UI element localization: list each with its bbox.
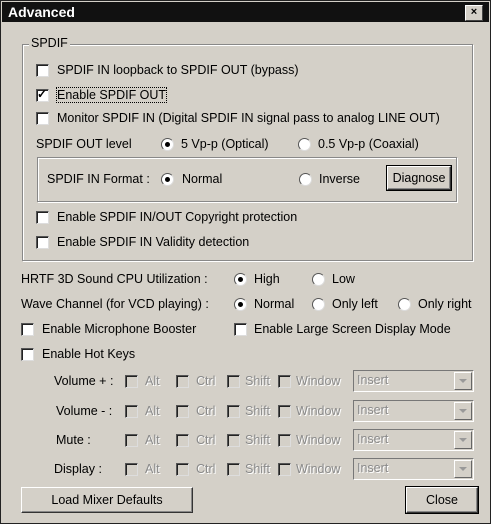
alt-checkbox[interactable] [125, 405, 138, 418]
wave-channel-label: Wave Channel (for VCD playing) : [21, 297, 209, 311]
hotkey-key-select[interactable]: Insert [353, 400, 474, 422]
chevron-down-icon[interactable] [454, 460, 472, 478]
window-label: Window [296, 404, 341, 418]
ctrl-label: Ctrl [196, 462, 216, 476]
hotkey-key-value: Insert [357, 432, 389, 446]
spdif-group-label: SPDIF [29, 36, 70, 50]
shift-checkbox[interactable] [227, 375, 240, 388]
hotkey-key-value: Insert [357, 461, 389, 475]
enable-spdif-out-checkbox[interactable] [36, 87, 49, 102]
wave-only-left-radio[interactable] [312, 298, 325, 311]
hotkey-key-select[interactable]: Insert [353, 429, 474, 451]
shift-checkbox[interactable] [227, 463, 240, 476]
large-screen-checkbox[interactable] [234, 323, 247, 336]
hrtf-high-label[interactable]: High [254, 272, 280, 286]
alt-label: Alt [145, 462, 160, 476]
alt-checkbox[interactable] [125, 434, 138, 447]
validity-detection-checkbox[interactable] [36, 236, 49, 249]
window-checkbox[interactable] [278, 405, 291, 418]
load-mixer-defaults-button[interactable]: Load Mixer Defaults [21, 487, 193, 513]
hotkey-key-select[interactable]: Insert [353, 458, 474, 480]
window-title: Advanced [8, 4, 75, 20]
title-bar: Advanced × [2, 2, 489, 22]
alt-label: Alt [145, 374, 160, 388]
in-format-normal-radio[interactable] [161, 173, 174, 186]
out-level-optical-radio[interactable] [161, 138, 174, 151]
copyright-protection-label[interactable]: Enable SPDIF IN/OUT Copyright protection [57, 210, 297, 224]
out-level-optical-label[interactable]: 5 Vp-p (Optical) [181, 137, 269, 151]
shift-label: Shift [245, 374, 271, 388]
hotkey-row-label: Mute : [56, 433, 91, 447]
window-label: Window [296, 462, 341, 476]
window-label: Window [296, 433, 341, 447]
in-format-inverse-radio[interactable] [299, 173, 312, 186]
hotkey-key-select[interactable]: Insert [353, 370, 474, 392]
shift-label: Shift [245, 404, 271, 418]
alt-checkbox[interactable] [125, 375, 138, 388]
alt-label: Alt [145, 404, 160, 418]
mic-booster-checkbox[interactable] [21, 323, 34, 336]
monitor-spdif-in-checkbox[interactable] [36, 112, 49, 125]
shift-label: Shift [245, 462, 271, 476]
hrtf-low-label[interactable]: Low [332, 272, 355, 286]
window-checkbox[interactable] [278, 434, 291, 447]
alt-label: Alt [145, 433, 160, 447]
wave-normal-radio[interactable] [234, 298, 247, 311]
shift-label: Shift [245, 433, 271, 447]
ctrl-checkbox[interactable] [176, 405, 189, 418]
hotkey-row-label: Volume + : [54, 374, 114, 388]
diagnose-button[interactable]: Diagnose [386, 165, 452, 191]
shift-checkbox[interactable] [227, 434, 240, 447]
alt-checkbox[interactable] [125, 463, 138, 476]
window-checkbox[interactable] [278, 463, 291, 476]
chevron-down-icon[interactable] [454, 431, 472, 449]
hrtf-low-radio[interactable] [312, 273, 325, 286]
mic-booster-label[interactable]: Enable Microphone Booster [42, 322, 196, 336]
monitor-spdif-in-label[interactable]: Monitor SPDIF IN (Digital SPDIF IN signa… [57, 111, 440, 125]
close-window-icon[interactable]: × [465, 5, 483, 21]
ctrl-label: Ctrl [196, 433, 216, 447]
hot-keys-checkbox[interactable] [21, 348, 34, 361]
validity-detection-label[interactable]: Enable SPDIF IN Validity detection [57, 235, 249, 249]
ctrl-checkbox[interactable] [176, 375, 189, 388]
hotkey-key-value: Insert [357, 373, 389, 387]
loopback-label[interactable]: SPDIF IN loopback to SPDIF OUT (bypass) [57, 63, 299, 77]
loopback-checkbox[interactable] [36, 64, 49, 77]
hotkey-row-label: Volume - : [56, 404, 113, 418]
window-label: Window [296, 374, 341, 388]
hotkey-key-value: Insert [357, 403, 389, 417]
chevron-down-icon[interactable] [454, 372, 472, 390]
out-level-coaxial-label[interactable]: 0.5 Vp-p (Coaxial) [318, 137, 419, 151]
hot-keys-label[interactable]: Enable Hot Keys [42, 347, 135, 361]
enable-spdif-out-label[interactable]: Enable SPDIF OUT [55, 87, 168, 103]
spdif-in-format-label: SPDIF IN Format : [47, 172, 150, 186]
ctrl-checkbox[interactable] [176, 463, 189, 476]
in-format-inverse-label[interactable]: Inverse [319, 172, 360, 186]
ctrl-label: Ctrl [196, 374, 216, 388]
ctrl-label: Ctrl [196, 404, 216, 418]
out-level-coaxial-radio[interactable] [298, 138, 311, 151]
copyright-protection-checkbox[interactable] [36, 211, 49, 224]
wave-normal-label[interactable]: Normal [254, 297, 294, 311]
hrtf-high-radio[interactable] [234, 273, 247, 286]
wave-only-right-label[interactable]: Only right [418, 297, 472, 311]
wave-only-left-label[interactable]: Only left [332, 297, 378, 311]
close-button[interactable]: Close [405, 486, 479, 514]
large-screen-label[interactable]: Enable Large Screen Display Mode [254, 322, 451, 336]
hotkey-row-label: Display : [54, 462, 102, 476]
shift-checkbox[interactable] [227, 405, 240, 418]
chevron-down-icon[interactable] [454, 402, 472, 420]
in-format-normal-label[interactable]: Normal [182, 172, 222, 186]
wave-only-right-radio[interactable] [398, 298, 411, 311]
ctrl-checkbox[interactable] [176, 434, 189, 447]
advanced-dialog: Advanced × SPDIF SPDIF IN loopback to SP… [0, 0, 491, 524]
hrtf-label: HRTF 3D Sound CPU Utilization : [21, 272, 208, 286]
spdif-out-level-label: SPDIF OUT level [36, 137, 132, 151]
window-checkbox[interactable] [278, 375, 291, 388]
